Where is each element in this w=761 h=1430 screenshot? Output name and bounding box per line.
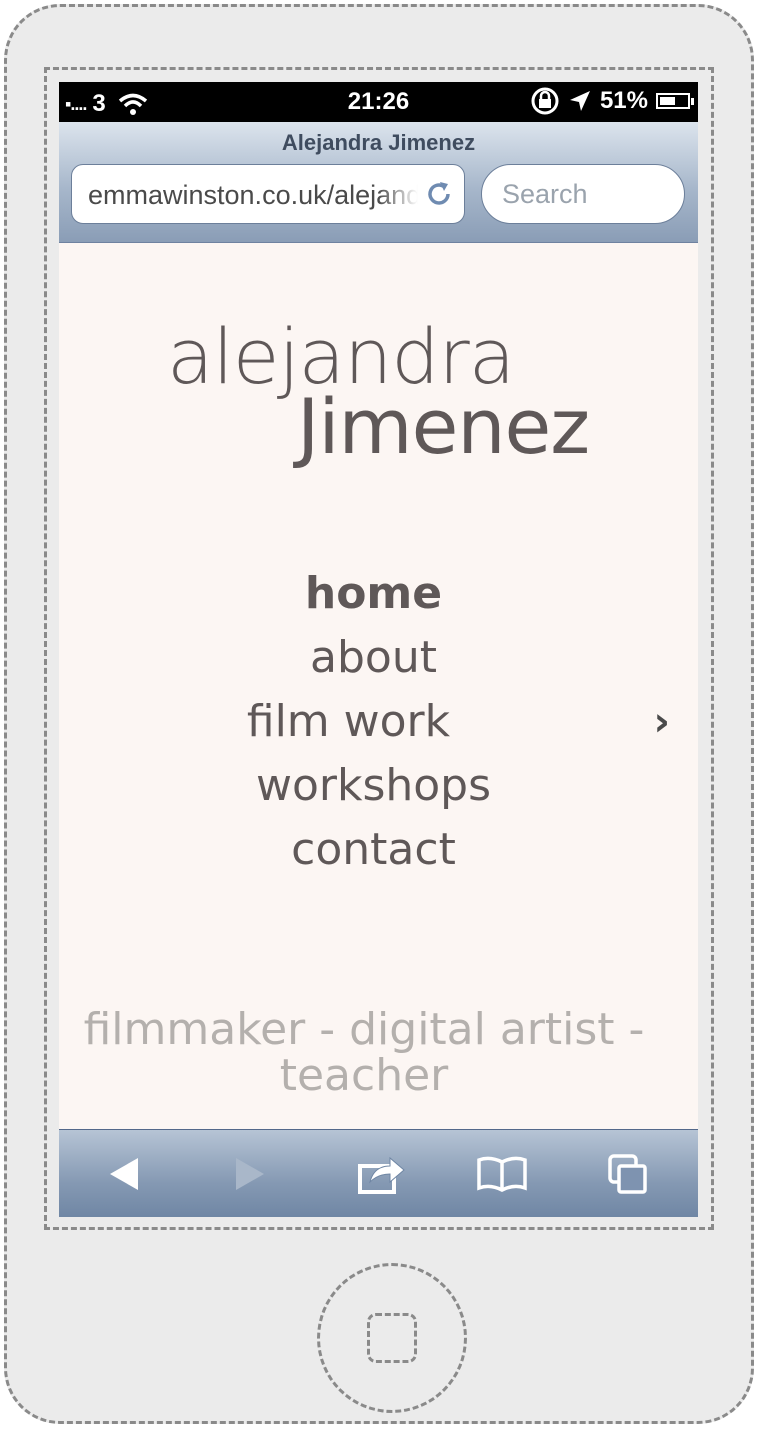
nav-item-label: contact: [291, 824, 456, 875]
url-field[interactable]: emmawinston.co.uk/alejandra: [71, 164, 465, 224]
browser-toolbar: Alejandra Jimenez emmawinston.co.uk/alej…: [59, 122, 698, 243]
screen: ▪.... 3 21:26 51% Alejandra Jimenez emma…: [59, 82, 698, 1217]
logo-last-name: Jimenez: [297, 382, 590, 471]
nav-item-contact[interactable]: contact: [59, 818, 688, 882]
nav-item-label: film work: [246, 696, 451, 747]
nav-item-workshops[interactable]: workshops: [59, 754, 688, 818]
search-input[interactable]: [502, 179, 672, 210]
status-bar: ▪.... 3 21:26 51%: [59, 82, 698, 122]
share-button[interactable]: [355, 1150, 409, 1198]
nav-item-about[interactable]: about: [59, 626, 688, 690]
browser-bottom-toolbar: [59, 1129, 698, 1217]
url-text: emmawinston.co.uk/alejandra: [88, 180, 418, 211]
nav-item-film-work[interactable]: film work ›: [59, 690, 688, 754]
nav-item-label: home: [304, 568, 443, 619]
bookmarks-button[interactable]: [475, 1150, 529, 1198]
location-arrow-icon: [569, 91, 590, 111]
nav-item-home[interactable]: home: [59, 562, 688, 626]
search-field[interactable]: [481, 164, 685, 224]
chevron-right-icon[interactable]: ›: [654, 690, 670, 754]
page-title: Alejandra Jimenez: [281, 130, 476, 155]
back-icon: [110, 1158, 138, 1190]
home-button[interactable]: [317, 1263, 467, 1413]
forward-button[interactable]: [223, 1150, 277, 1198]
tagline: filmmaker - digital artist - teacher: [83, 1004, 645, 1101]
bookmarks-icon: [477, 1156, 527, 1192]
tabs-icon: [608, 1154, 647, 1194]
site-logo[interactable]: alejandra Jimenez: [59, 312, 698, 472]
share-icon: [358, 1156, 405, 1194]
rotation-lock-icon: [531, 87, 559, 115]
back-button[interactable]: [97, 1150, 151, 1198]
home-button-square-icon: [367, 1313, 417, 1363]
forward-icon: [236, 1158, 264, 1190]
tabs-button[interactable]: [601, 1150, 655, 1198]
reload-icon[interactable]: [424, 179, 454, 209]
battery-percent: 51%: [599, 87, 648, 114]
nav-item-label: about: [310, 632, 437, 683]
nav-item-label: workshops: [255, 760, 492, 811]
battery-icon: [656, 93, 694, 109]
main-nav: home about film work › workshops contact: [59, 562, 688, 882]
